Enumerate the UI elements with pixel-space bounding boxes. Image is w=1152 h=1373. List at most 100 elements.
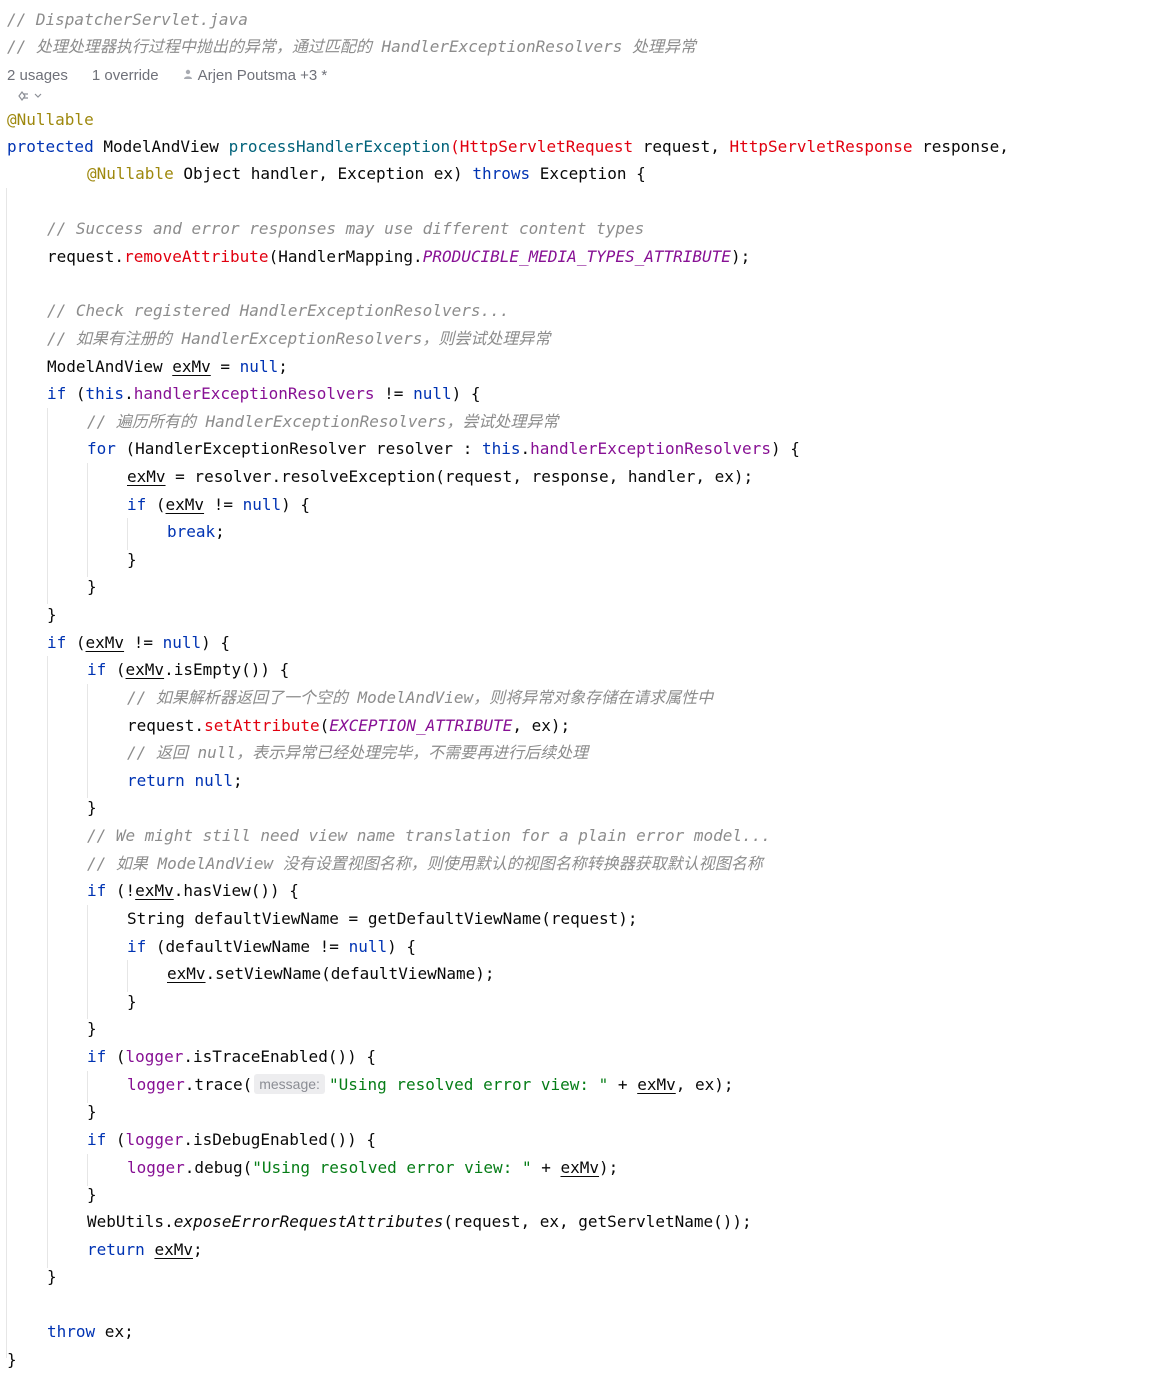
- code-line[interactable]: ModelAndView exMv = null;: [7, 353, 288, 380]
- code-editor[interactable]: // DispatcherServlet.java // 处理处理器执行过程中抛…: [0, 0, 1152, 1373]
- constant: PRODUCIBLE_MEDIA_TYPES_ATTRIBUTE: [422, 247, 731, 266]
- code-line[interactable]: break;: [7, 518, 225, 545]
- code-line[interactable]: logger.trace(message: "Using resolved err…: [7, 1071, 734, 1098]
- code-line[interactable]: String defaultViewName = getDefaultViewN…: [7, 905, 638, 932]
- comment: // 遍历所有的 HandlerExceptionResolvers，尝试处理异…: [87, 412, 559, 431]
- code-line[interactable]: return null;: [7, 767, 243, 794]
- override-link[interactable]: 1 override: [92, 67, 159, 84]
- code-token: (: [319, 716, 330, 735]
- code-token: , ex);: [675, 1075, 734, 1094]
- code-line[interactable]: exMv.setViewName(defaultViewName);: [7, 960, 495, 987]
- code-token: (HandlerMapping.: [268, 247, 423, 266]
- code-token: (: [106, 660, 126, 679]
- comment: // 如果解析器返回了一个空的 ModelAndView，则将异常对象存储在请求…: [127, 688, 714, 707]
- code-line[interactable]: protected ModelAndView processHandlerExc…: [7, 133, 1009, 160]
- code-token: ;: [232, 771, 243, 790]
- code-token: (: [106, 1047, 126, 1066]
- code-token: .setViewName(defaultViewName);: [205, 964, 495, 983]
- keyword: return: [127, 771, 185, 790]
- code-line[interactable]: logger.debug("Using resolved error view:…: [7, 1154, 618, 1181]
- comment: // 如果 ModelAndView 没有设置视图名称，则使用默认的视图名称转换…: [87, 854, 763, 873]
- code-line[interactable]: }: [7, 1181, 97, 1208]
- code-line[interactable]: // Check registered HandlerExceptionReso…: [7, 297, 509, 324]
- code-token: (!: [106, 881, 136, 900]
- code-line[interactable]: if (exMv.isEmpty()) {: [7, 656, 289, 683]
- variable: exMv: [135, 881, 174, 900]
- code-line[interactable]: // 遍历所有的 HandlerExceptionResolvers，尝试处理异…: [7, 408, 558, 435]
- code-token: (: [450, 137, 460, 156]
- code-token: ) {: [770, 439, 800, 458]
- comment: // 处理处理器执行过程中抛出的异常，通过匹配的 HandlerExceptio…: [7, 37, 696, 56]
- code-line[interactable]: }: [7, 573, 97, 600]
- keyword: if: [87, 881, 107, 900]
- code-line[interactable]: // 如果有注册的 HandlerExceptionResolvers，则尝试处…: [7, 325, 550, 352]
- code-line[interactable]: if (exMv != null) {: [7, 491, 310, 518]
- code-token: request.: [127, 716, 205, 735]
- code-line[interactable]: }: [7, 1346, 17, 1373]
- brace: }: [127, 992, 137, 1011]
- code-line[interactable]: @Nullable Object handler, Exception ex) …: [7, 160, 646, 187]
- code-line[interactable]: if (this.handlerExceptionResolvers != nu…: [7, 380, 481, 407]
- variable: exMv: [167, 964, 206, 983]
- code-token: +: [531, 1158, 561, 1177]
- code-line[interactable]: if (!exMv.hasView()) {: [7, 877, 299, 904]
- code-line[interactable]: if (logger.isDebugEnabled()) {: [7, 1126, 376, 1153]
- code-line[interactable]: }: [7, 794, 97, 821]
- field: logger: [125, 1130, 184, 1149]
- field: logger: [125, 1047, 184, 1066]
- code-token: ) {: [451, 384, 481, 403]
- author-link[interactable]: Arjen Poutsma +3 *: [198, 67, 328, 84]
- code-line[interactable]: exMv = resolver.resolveException(request…: [7, 463, 753, 490]
- keyword: this: [481, 439, 521, 458]
- code-token: (HandlerExceptionResolver resolver :: [115, 439, 482, 458]
- keyword: this: [85, 384, 125, 403]
- code-line[interactable]: // 返回 null，表示异常已经处理完毕，不需要再进行后续处理: [7, 739, 588, 766]
- code-token: = resolver.resolveException(request, res…: [165, 467, 754, 486]
- code-line[interactable]: }: [7, 1098, 97, 1125]
- code-token: !=: [124, 633, 163, 652]
- code-line[interactable]: // We might still need view name transla…: [7, 822, 771, 849]
- code-line[interactable]: // 如果解析器返回了一个空的 ModelAndView，则将异常对象存储在请求…: [7, 684, 713, 711]
- code-line[interactable]: if (defaultViewName != null) {: [7, 933, 416, 960]
- static-method-call: exposeErrorRequestAttributes: [173, 1212, 444, 1231]
- code-line[interactable]: @Nullable: [7, 106, 94, 133]
- code-line[interactable]: return exMv;: [7, 1236, 203, 1263]
- code-line[interactable]: // 如果 ModelAndView 没有设置视图名称，则使用默认的视图名称转换…: [7, 850, 763, 877]
- comment: // 返回 null，表示异常已经处理完毕，不需要再进行后续处理: [127, 743, 589, 762]
- code-line[interactable]: if (logger.isTraceEnabled()) {: [7, 1043, 376, 1070]
- keyword: if: [47, 633, 67, 652]
- code-token: Object handler, Exception ex): [173, 164, 473, 183]
- code-token: .hasView()) {: [173, 881, 299, 900]
- code-line[interactable]: if (exMv != null) {: [7, 629, 230, 656]
- code-token: .isDebugEnabled()) {: [183, 1130, 376, 1149]
- code-line[interactable]: }: [7, 546, 137, 573]
- code-line[interactable]: request.removeAttribute(HandlerMapping.P…: [7, 243, 750, 270]
- code-line[interactable]: request.setAttribute(EXCEPTION_ATTRIBUTE…: [7, 712, 570, 739]
- code-line[interactable]: // DispatcherServlet.java: [7, 6, 248, 33]
- code-line[interactable]: WebUtils.exposeErrorRequestAttributes(re…: [7, 1208, 752, 1235]
- code-line[interactable]: // Success and error responses may use d…: [7, 215, 644, 242]
- code-line[interactable]: }: [7, 988, 137, 1015]
- type-name: HttpServletRequest: [459, 137, 634, 156]
- type-name: HttpServletResponse: [729, 137, 913, 156]
- variable: exMv: [154, 1240, 193, 1259]
- string-literal: "Using resolved error view: ": [328, 1075, 609, 1094]
- string-literal: "Using resolved error view: ": [252, 1158, 532, 1177]
- code-token: ) {: [387, 937, 416, 956]
- file-comment: // DispatcherServlet.java: [7, 10, 248, 29]
- code-token: =: [210, 357, 240, 376]
- code-line[interactable]: throw ex;: [7, 1318, 134, 1345]
- code-token: ModelAndView: [47, 357, 173, 376]
- usages-link[interactable]: 2 usages: [7, 67, 68, 84]
- variable: exMv: [85, 633, 125, 652]
- keyword: null: [413, 384, 452, 403]
- code-token: );: [730, 247, 751, 266]
- code-line[interactable]: }: [7, 601, 57, 628]
- code-line[interactable]: }: [7, 1263, 57, 1290]
- code-line[interactable]: for (HandlerExceptionResolver resolver :…: [7, 435, 800, 462]
- comment: // Check registered HandlerExceptionReso…: [47, 301, 510, 320]
- code-line[interactable]: // 处理处理器执行过程中抛出的异常，通过匹配的 HandlerExceptio…: [7, 33, 696, 60]
- code-line[interactable]: }: [7, 1015, 97, 1042]
- comment: // Success and error responses may use d…: [47, 219, 645, 238]
- code-token: (: [106, 1130, 126, 1149]
